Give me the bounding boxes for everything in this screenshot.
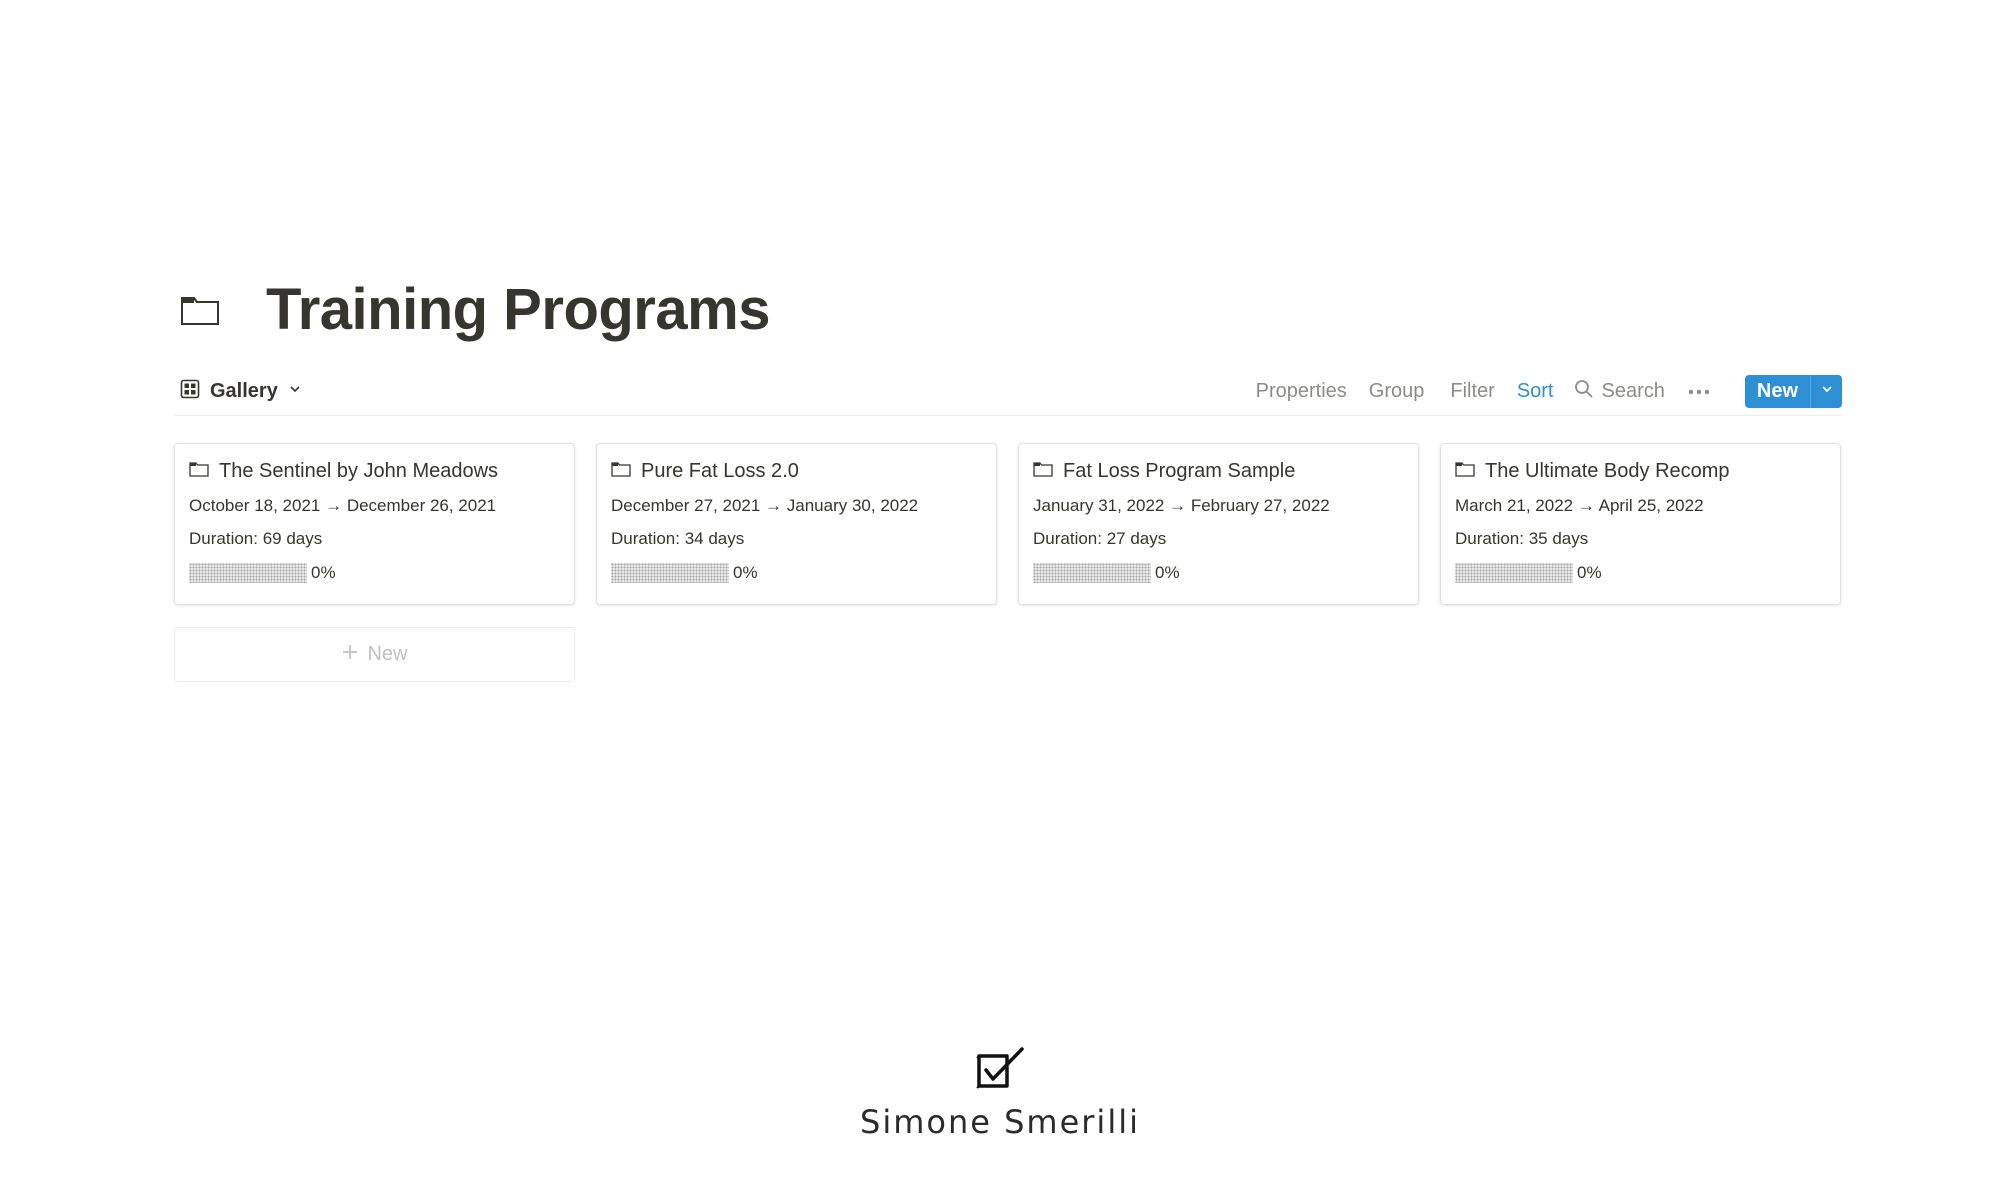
progress-bar: [1455, 563, 1573, 583]
toolbar-actions: Properties Group Filter Sort Search New: [1254, 368, 1842, 416]
brand-footer: Simone Smerilli: [0, 1046, 2000, 1141]
folder-icon[interactable]: [180, 293, 222, 327]
card-date-range: March 21, 2022 → April 25, 2022: [1455, 496, 1704, 515]
group-button[interactable]: Group: [1367, 376, 1427, 407]
folder-icon: [189, 461, 209, 482]
folder-icon: [611, 461, 631, 482]
progress-bar: [1033, 563, 1151, 583]
card-duration: Duration: 35 days: [1455, 529, 1589, 548]
progress-percent: 0%: [1577, 563, 1602, 582]
page-header: Training Programs: [180, 276, 770, 343]
more-options-button[interactable]: [1683, 379, 1715, 405]
sort-button[interactable]: Sort: [1515, 376, 1556, 407]
view-switcher[interactable]: Gallery: [174, 375, 308, 408]
add-new-label: New: [367, 643, 408, 665]
brand-name: Simone Smerilli: [860, 1103, 1140, 1141]
card-header: Fat Loss Program Sample: [1033, 456, 1404, 486]
plus-icon: [341, 643, 359, 667]
new-button-group: New: [1744, 375, 1842, 408]
new-dropdown-button[interactable]: [1810, 375, 1842, 408]
page: Training Programs Gallery Properties Gro…: [0, 0, 2000, 1200]
filter-button[interactable]: Filter: [1448, 376, 1496, 407]
progress-bar: [189, 563, 307, 583]
card-date-range: December 27, 2021 → January 30, 2022: [611, 496, 919, 515]
view-label: Gallery: [210, 380, 278, 402]
properties-button[interactable]: Properties: [1254, 376, 1349, 407]
checkbox-logo-icon: [974, 1046, 1026, 1095]
card-date-range: October 18, 2021 → December 26, 2021: [189, 496, 497, 515]
gallery-grid-icon: [180, 379, 200, 404]
page-title: Training Programs: [266, 277, 770, 342]
progress-percent: 0%: [311, 563, 336, 582]
progress-percent: 0%: [733, 563, 758, 582]
card-title: The Sentinel by John Meadows: [219, 459, 499, 482]
card-header: The Sentinel by John Meadows: [189, 456, 560, 486]
progress-percent: 0%: [1155, 563, 1180, 582]
card-duration: Duration: 34 days: [611, 529, 745, 548]
card-title: The Ultimate Body Recomp: [1485, 459, 1730, 482]
add-new-card-button[interactable]: New: [174, 627, 575, 682]
card-progress: 0%: [1455, 561, 1826, 585]
gallery-card[interactable]: The Sentinel by John Meadows October 18,…: [174, 443, 575, 605]
gallery-card[interactable]: Pure Fat Loss 2.0 December 27, 2021 → Ja…: [596, 443, 997, 605]
gallery-card[interactable]: Fat Loss Program Sample January 31, 2022…: [1018, 443, 1419, 605]
database-toolbar: Gallery Properties Group Filter Sort Sea…: [174, 368, 1842, 416]
search-label: Search: [1601, 380, 1665, 402]
card-progress: 0%: [611, 561, 982, 585]
gallery-card[interactable]: The Ultimate Body Recomp March 21, 2022 …: [1440, 443, 1841, 605]
card-duration: Duration: 27 days: [1033, 529, 1167, 548]
card-title: Pure Fat Loss 2.0: [641, 459, 799, 482]
new-button[interactable]: New: [1744, 375, 1810, 408]
card-header: Pure Fat Loss 2.0: [611, 456, 982, 486]
progress-bar: [611, 563, 729, 583]
chevron-down-icon: [1820, 382, 1834, 401]
card-header: The Ultimate Body Recomp: [1455, 456, 1826, 486]
card-title: Fat Loss Program Sample: [1063, 459, 1296, 482]
search-button[interactable]: Search: [1574, 379, 1665, 405]
folder-icon: [1455, 461, 1475, 482]
chevron-down-icon: [288, 382, 302, 401]
card-duration: Duration: 69 days: [189, 529, 323, 548]
ellipsis-icon: [1687, 383, 1711, 401]
card-progress: 0%: [189, 561, 560, 585]
folder-icon: [1033, 461, 1053, 482]
card-date-range: January 31, 2022 → February 27, 2022: [1033, 496, 1330, 515]
search-icon: [1574, 379, 1594, 405]
card-progress: 0%: [1033, 561, 1404, 585]
gallery-view: The Sentinel by John Meadows October 18,…: [174, 443, 1841, 605]
